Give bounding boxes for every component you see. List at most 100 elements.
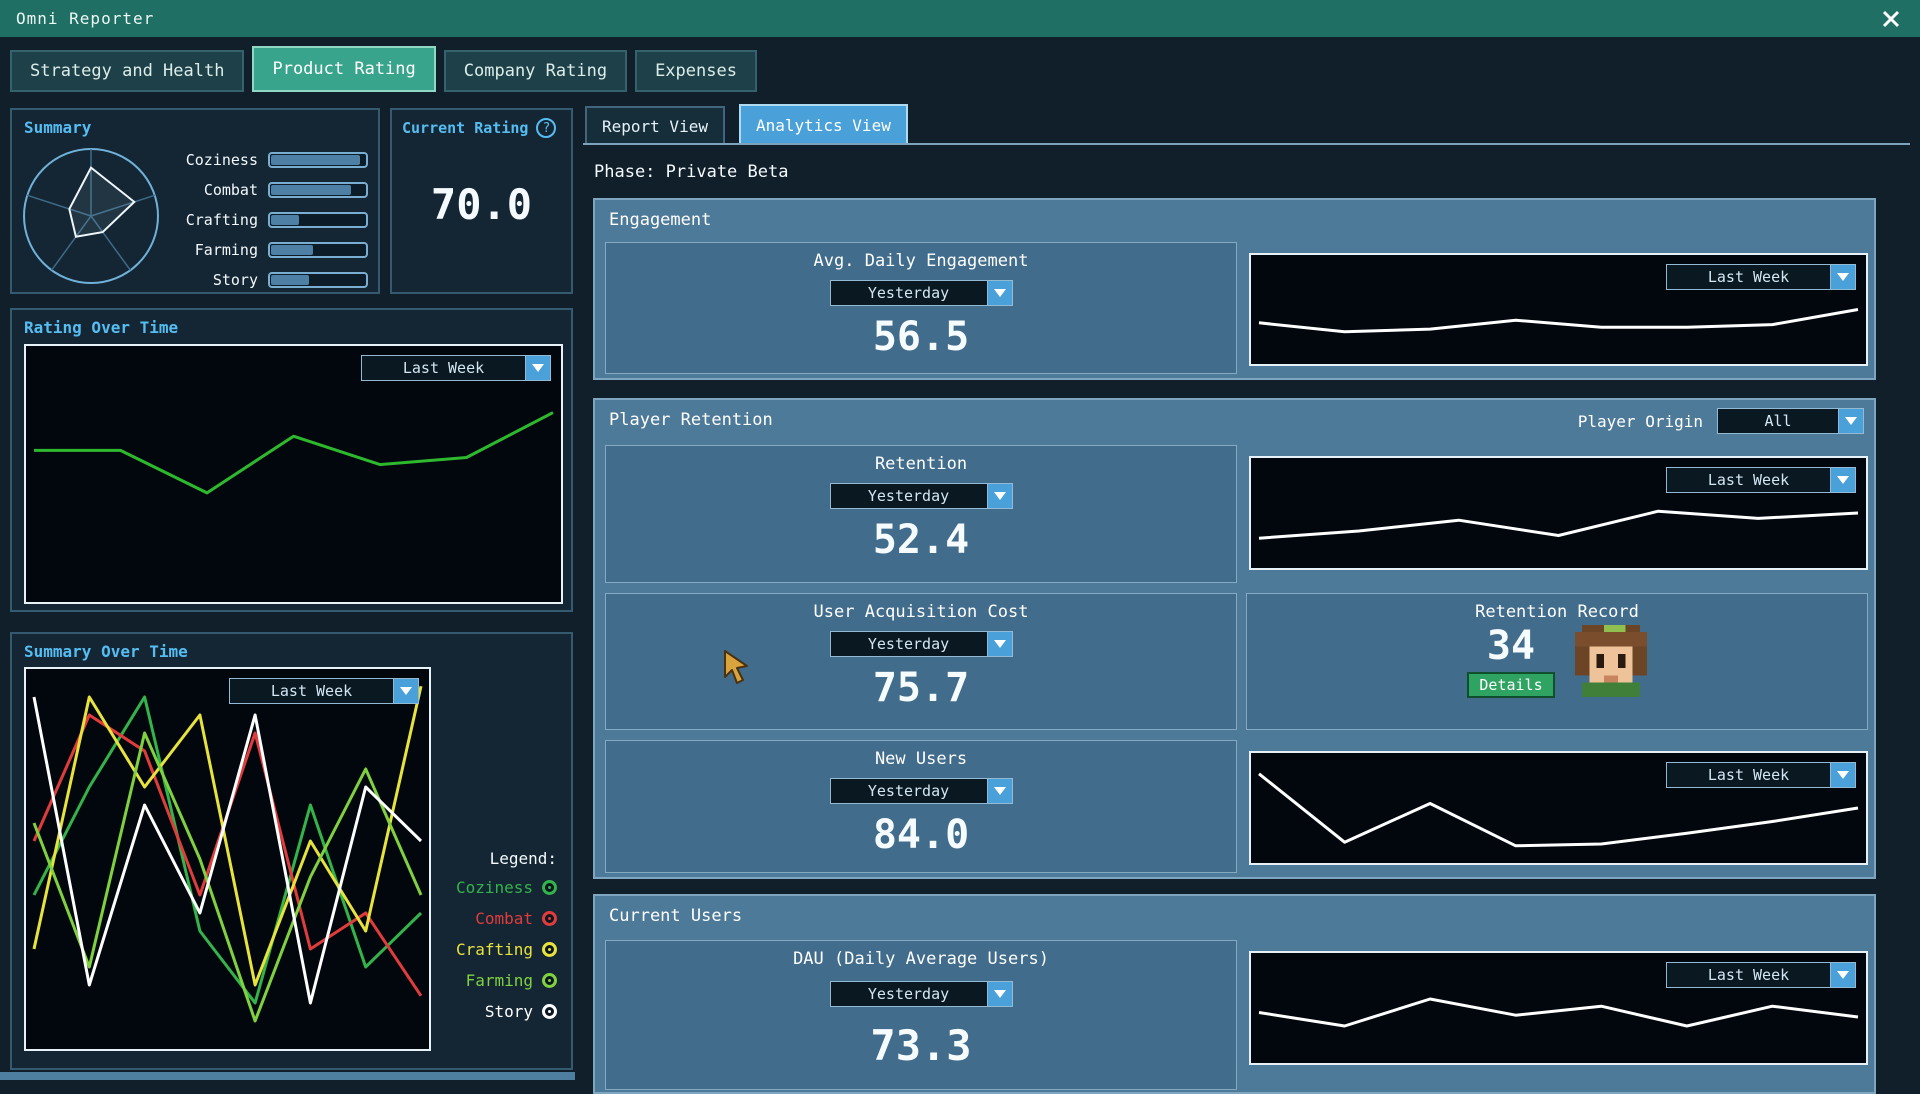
retention-period-dropdown[interactable]: Yesterday bbox=[830, 483, 1013, 509]
stat-row-crafting: Crafting bbox=[154, 212, 368, 228]
stat-row-story: Story bbox=[154, 272, 368, 288]
dropdown-value: Yesterday bbox=[831, 779, 987, 803]
retention-record-avatar bbox=[1575, 625, 1647, 697]
horizontal-scrollbar[interactable] bbox=[0, 1072, 575, 1080]
chevron-down-icon bbox=[987, 779, 1012, 803]
chevron-down-icon bbox=[1830, 963, 1855, 987]
details-button[interactable]: Details bbox=[1467, 672, 1554, 698]
dropdown-value: Last Week bbox=[1667, 763, 1830, 787]
chevron-down-icon bbox=[1830, 763, 1855, 787]
stat-label: Combat bbox=[204, 181, 258, 199]
legend-label: Story bbox=[485, 1002, 533, 1021]
stat-row-combat: Combat bbox=[154, 182, 368, 198]
tab-product-rating[interactable]: Product Rating bbox=[252, 46, 435, 92]
stat-bar-combat bbox=[268, 182, 368, 198]
new-users-range-dropdown[interactable]: Last Week bbox=[1666, 762, 1856, 788]
summary-range-dropdown[interactable]: Last Week bbox=[229, 678, 419, 704]
dau-chart: Last Week bbox=[1249, 951, 1868, 1065]
stat-bar-fill bbox=[271, 215, 299, 225]
summary-over-time-title: Summary Over Time bbox=[12, 634, 571, 669]
help-icon[interactable]: ? bbox=[536, 118, 556, 138]
metric-title: Retention Record bbox=[1475, 602, 1639, 622]
new-users-card: New Users Yesterday 84.0 bbox=[605, 740, 1237, 873]
legend-item-coziness: Coziness bbox=[425, 878, 557, 897]
current-users-section: Current Users DAU (Daily Average Users) … bbox=[593, 894, 1876, 1094]
window-title: Omni Reporter bbox=[16, 9, 154, 28]
tab-company-rating[interactable]: Company Rating bbox=[444, 50, 627, 92]
current-rating-value: 70.0 bbox=[392, 180, 571, 229]
legend-ring-icon bbox=[542, 942, 557, 957]
rating-line-chart bbox=[26, 346, 561, 602]
dropdown-value: Last Week bbox=[230, 679, 393, 703]
stat-label: Crafting bbox=[186, 211, 258, 229]
dropdown-value: Last Week bbox=[1667, 963, 1830, 987]
user-acquisition-cost-card: User Acquisition Cost Yesterday 75.7 bbox=[605, 593, 1237, 730]
dropdown-value: Yesterday bbox=[831, 484, 987, 508]
dau-period-dropdown[interactable]: Yesterday bbox=[830, 981, 1013, 1007]
retention-range-dropdown[interactable]: Last Week bbox=[1666, 467, 1856, 493]
retention-chart: Last Week bbox=[1249, 456, 1868, 570]
view-tab-divider bbox=[583, 143, 1910, 145]
summary-over-time-panel: Summary Over Time Last Week Legend: Cozi… bbox=[10, 632, 573, 1070]
retention-record-body: 34 Details bbox=[1467, 624, 1646, 698]
rating-over-time-title: Rating Over Time bbox=[12, 310, 571, 345]
legend-item-story: Story bbox=[425, 1002, 557, 1021]
chevron-down-icon bbox=[987, 982, 1012, 1006]
summary-over-time-chart: Last Week bbox=[24, 667, 431, 1051]
rating-range-dropdown[interactable]: Last Week bbox=[361, 355, 551, 381]
dau-value: 73.3 bbox=[870, 1021, 971, 1070]
summary-radar-chart bbox=[20, 144, 162, 288]
stat-label: Story bbox=[213, 271, 258, 289]
current-rating-panel: Current Rating ? 70.0 bbox=[390, 108, 573, 294]
player-retention-section-title: Player Retention bbox=[609, 410, 773, 430]
legend-item-combat: Combat bbox=[425, 909, 557, 928]
retention-card: Retention Yesterday 52.4 bbox=[605, 445, 1237, 583]
retention-value: 52.4 bbox=[873, 517, 969, 563]
legend-label: Combat bbox=[475, 909, 533, 928]
new-users-period-dropdown[interactable]: Yesterday bbox=[830, 778, 1013, 804]
player-origin-dropdown[interactable]: All bbox=[1717, 408, 1864, 434]
chevron-down-icon bbox=[1838, 409, 1863, 433]
stat-bar-story bbox=[268, 272, 368, 288]
dau-card: DAU (Daily Average Users) Yesterday 73.3 bbox=[605, 940, 1237, 1090]
stat-label: Coziness bbox=[186, 151, 258, 169]
stat-bar-crafting bbox=[268, 212, 368, 228]
legend-label: Farming bbox=[466, 971, 533, 990]
engagement-section: Engagement Avg. Daily Engagement Yesterd… bbox=[593, 198, 1876, 380]
player-retention-section: Player Retention Player Origin All Reten… bbox=[593, 398, 1876, 879]
stat-bar-fill bbox=[271, 155, 360, 165]
engagement-period-dropdown[interactable]: Yesterday bbox=[830, 280, 1013, 306]
metric-title: DAU (Daily Average Users) bbox=[793, 949, 1049, 969]
chevron-down-icon bbox=[525, 356, 550, 380]
metric-title: User Acquisition Cost bbox=[814, 602, 1029, 622]
engagement-value: 56.5 bbox=[873, 314, 969, 360]
tab-analytics-view[interactable]: Analytics View bbox=[739, 104, 908, 144]
dropdown-value: Yesterday bbox=[831, 632, 987, 656]
legend-ring-icon bbox=[542, 1004, 557, 1019]
uac-period-dropdown[interactable]: Yesterday bbox=[830, 631, 1013, 657]
stat-label: Farming bbox=[195, 241, 258, 259]
engagement-range-dropdown[interactable]: Last Week bbox=[1666, 264, 1856, 290]
retention-record-card: Retention Record 34 Details bbox=[1246, 593, 1868, 730]
close-icon bbox=[1882, 10, 1900, 28]
player-origin-label: Player Origin bbox=[1578, 412, 1703, 431]
stat-bar-coziness bbox=[268, 152, 368, 168]
rating-over-time-panel: Rating Over Time Last Week bbox=[10, 308, 573, 612]
stat-bar-fill bbox=[271, 185, 351, 195]
player-origin-group: Player Origin All bbox=[1578, 408, 1864, 434]
chevron-down-icon bbox=[1830, 265, 1855, 289]
close-button[interactable] bbox=[1878, 6, 1904, 32]
phase-label: Phase: Private Beta bbox=[594, 162, 788, 182]
stat-bar-fill bbox=[271, 275, 309, 285]
summary-title: Summary bbox=[12, 110, 378, 145]
metric-title: Retention bbox=[875, 454, 967, 474]
dropdown-value: All bbox=[1718, 409, 1838, 433]
tab-strategy-and-health[interactable]: Strategy and Health bbox=[10, 50, 244, 92]
dropdown-value: Yesterday bbox=[831, 281, 987, 305]
tab-report-view[interactable]: Report View bbox=[585, 106, 725, 144]
dau-range-dropdown[interactable]: Last Week bbox=[1666, 962, 1856, 988]
legend-title: Legend: bbox=[425, 849, 557, 868]
current-rating-title: Current Rating bbox=[402, 119, 528, 137]
tab-expenses[interactable]: Expenses bbox=[635, 50, 757, 92]
titlebar: Omni Reporter bbox=[0, 0, 1920, 37]
